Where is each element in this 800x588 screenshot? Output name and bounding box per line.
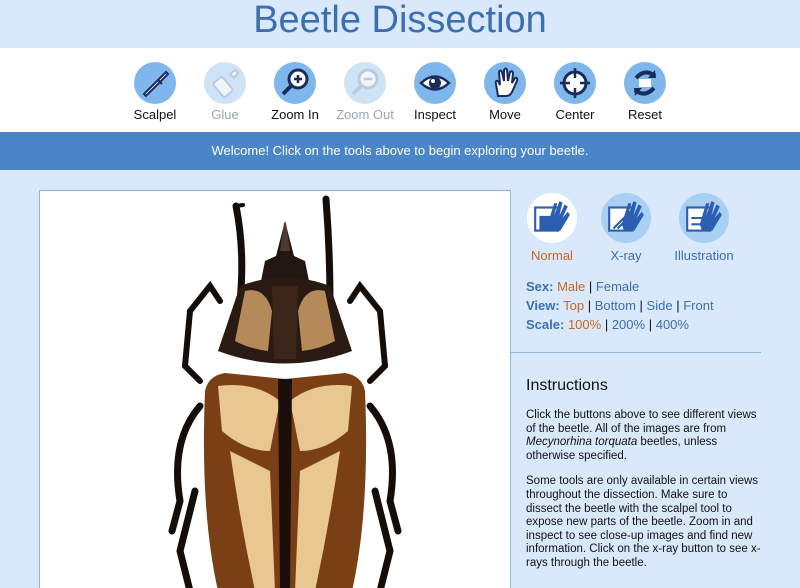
- normal-view-label: Normal: [531, 248, 573, 263]
- glue-button[interactable]: Glue: [185, 62, 265, 122]
- xray-view-label: X-ray: [610, 248, 642, 263]
- scale-option-100[interactable]: 100%: [568, 317, 601, 332]
- instructions-heading: Instructions: [526, 377, 608, 394]
- scalpel-label: Scalpel: [133, 107, 177, 122]
- glue-icon: [204, 62, 246, 104]
- zoom-in-label: Zoom In: [271, 107, 319, 122]
- zoom-in-icon: [274, 62, 316, 104]
- instructions-panel: Instructions Click the buttons above to …: [526, 377, 762, 583]
- view-row: View: Top | Bottom | Side | Front: [526, 298, 714, 313]
- crosshair-icon: [554, 62, 596, 104]
- eye-icon: [414, 62, 456, 104]
- toolbar: Scalpel Glue Zoom In Zoom Out Inspect Mo…: [0, 48, 800, 132]
- view-option-top[interactable]: Top: [563, 298, 584, 313]
- zoom-in-button[interactable]: Zoom In: [255, 62, 335, 122]
- scale-row: Scale: 100% | 200% | 400%: [526, 317, 689, 332]
- sex-option-female[interactable]: Female: [596, 279, 639, 294]
- divider: [511, 352, 761, 353]
- center-label: Center: [555, 107, 595, 122]
- scale-option-200[interactable]: 200%: [612, 317, 645, 332]
- sex-option-male[interactable]: Male: [557, 279, 585, 294]
- instructions-paragraph-1: Click the buttons above to see different…: [526, 409, 757, 462]
- view-option-bottom[interactable]: Bottom: [595, 298, 636, 313]
- page-title: Beetle Dissection: [253, 0, 547, 41]
- zoom-out-icon: [344, 62, 386, 104]
- view-option-front[interactable]: Front: [683, 298, 713, 313]
- inspect-button[interactable]: Inspect: [395, 62, 475, 122]
- hand-icon: [484, 62, 526, 104]
- glove-illustration-icon: [679, 193, 729, 243]
- reset-label: Reset: [628, 107, 662, 122]
- xray-view-button[interactable]: X-ray: [586, 193, 666, 263]
- inspect-label: Inspect: [414, 107, 456, 122]
- sex-label: Sex:: [526, 279, 554, 294]
- reset-button[interactable]: Reset: [605, 62, 685, 122]
- scale-option-400[interactable]: 400%: [656, 317, 689, 332]
- illustration-view-label: Illustration: [674, 248, 734, 263]
- welcome-message: Welcome! Click on the tools above to beg…: [211, 143, 589, 158]
- center-button[interactable]: Center: [535, 62, 615, 122]
- scale-label: Scale:: [526, 317, 565, 332]
- glove-normal-icon: [527, 193, 577, 243]
- move-label: Move: [489, 107, 521, 122]
- glue-label: Glue: [211, 107, 239, 122]
- view-label: View:: [526, 298, 560, 313]
- sex-row: Sex: Male | Female: [526, 279, 640, 294]
- instructions-paragraph-2: Some tools are only available in certain…: [526, 475, 761, 569]
- zoom-out-button[interactable]: Zoom Out: [325, 62, 405, 122]
- scalpel-icon: [134, 62, 176, 104]
- scalpel-button[interactable]: Scalpel: [115, 62, 195, 122]
- beetle-viewer[interactable]: [39, 190, 511, 588]
- message-bar: Welcome! Click on the tools above to beg…: [0, 132, 800, 170]
- view-options: Sex: Male | Female View: Top | Bottom | …: [526, 277, 714, 334]
- normal-view-button[interactable]: Normal: [512, 193, 592, 263]
- beetle-image: [168, 195, 402, 588]
- species-name: Mecynorhina torquata: [526, 436, 638, 449]
- move-button[interactable]: Move: [465, 62, 545, 122]
- illustration-view-button[interactable]: Illustration: [664, 193, 744, 263]
- reset-icon: [624, 62, 666, 104]
- glove-xray-icon: [601, 193, 651, 243]
- zoom-out-label: Zoom Out: [336, 107, 394, 122]
- view-option-side[interactable]: Side: [647, 298, 673, 313]
- header: Beetle Dissection: [0, 0, 800, 48]
